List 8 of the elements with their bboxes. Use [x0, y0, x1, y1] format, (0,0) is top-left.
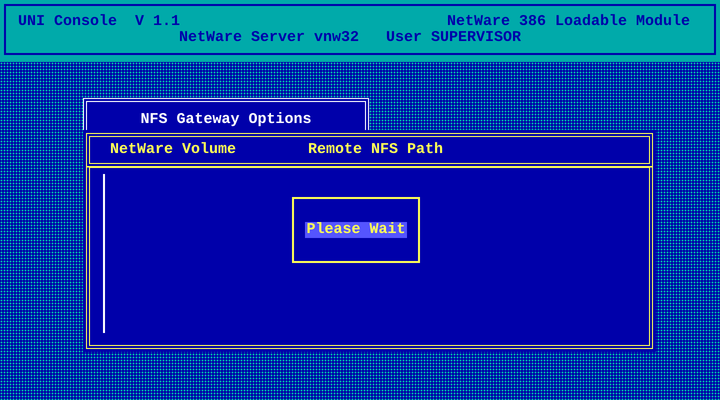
user-label: User SUPERVISOR [386, 30, 522, 46]
app-title: UNI Console V 1.1 [18, 14, 180, 30]
module-label: NetWare 386 Loadable Module [446, 14, 690, 30]
menu-title: NFS Gateway Options [140, 111, 312, 128]
column-header: NetWare Volume [110, 142, 238, 158]
wait-message: Please Wait [305, 222, 407, 238]
server-label: NetWare Server vnw32 [179, 30, 360, 46]
column-header: Remote NFS Path [308, 142, 444, 158]
